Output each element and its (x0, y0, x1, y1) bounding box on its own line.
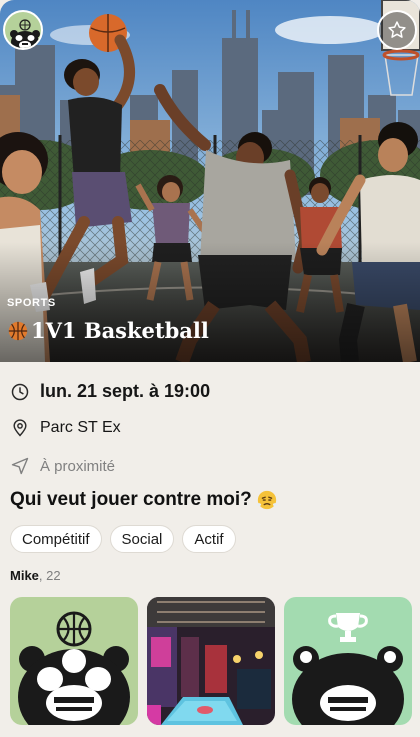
event-description-text: Qui veut jouer contre moi? (10, 489, 252, 510)
event-title: 1V1 Basketball (7, 318, 209, 343)
organizer-avatar[interactable] (3, 10, 43, 50)
tag-actif[interactable]: Actif (182, 525, 236, 553)
tag-social[interactable]: Social (109, 525, 175, 553)
host-label: Mike, 22 (10, 568, 61, 583)
event-location-row[interactable]: Parc ST Ex (10, 418, 121, 438)
navigation-arrow-icon (11, 457, 29, 475)
event-datetime-row: lun. 21 sept. à 19:00 (10, 381, 210, 402)
clock-icon (11, 383, 29, 400)
event-hero-image (0, 0, 420, 362)
event-tags: Compétitif Social Actif (10, 525, 236, 553)
event-title-text: 1V1 Basketball (31, 318, 209, 343)
panda-basketball-icon (10, 597, 138, 725)
tag-competitif[interactable]: Compétitif (10, 525, 102, 553)
host-name: Mike (10, 568, 39, 583)
steam-face-icon (256, 490, 278, 510)
event-proximity-row: À proximité (10, 456, 115, 476)
event-datetime: lun. 21 sept. à 19:00 (40, 381, 211, 401)
star-icon (388, 21, 406, 38)
photo-panda-basketball[interactable] (10, 597, 138, 725)
panda-trophy-icon (284, 597, 412, 725)
favorite-button[interactable] (377, 10, 417, 50)
event-proximity: À proximité (40, 457, 116, 475)
map-pin-icon (13, 419, 27, 437)
host-photos (10, 597, 412, 725)
arcade-room-photo (147, 597, 275, 725)
event-category: SPORTS (7, 297, 56, 309)
photo-panda-trophy[interactable] (284, 597, 412, 725)
event-location: Parc ST Ex (40, 419, 121, 436)
basketball-icon (8, 321, 28, 340)
host-age: , 22 (38, 568, 61, 583)
photo-arcade-bar[interactable] (147, 597, 275, 725)
event-description: Qui veut jouer contre moi? (10, 489, 278, 511)
